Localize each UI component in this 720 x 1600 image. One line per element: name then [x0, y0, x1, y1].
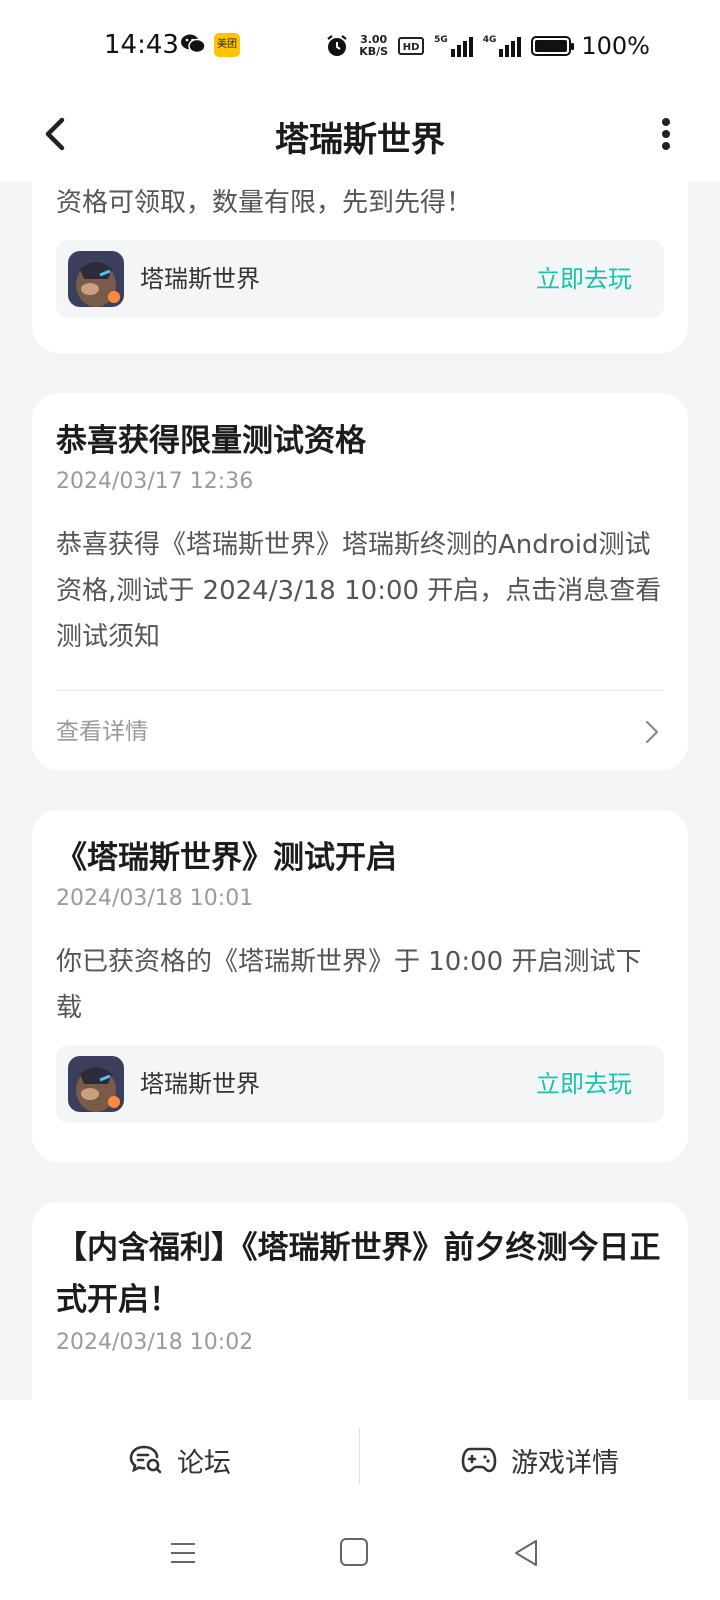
message-card: 资格可领取，数量有限，先到先得！ 塔瑞斯世界 立即去玩 [32, 182, 688, 353]
recent-apps-icon[interactable] [170, 1540, 196, 1566]
forum-tab[interactable]: 论坛 [0, 1400, 360, 1520]
back-triangle-icon[interactable] [512, 1538, 540, 1568]
message-title: 《塔瑞斯世界》测试开启 [56, 840, 397, 876]
battery-percent: 100% [581, 32, 650, 60]
meituan-icon: 美团 [214, 33, 240, 57]
message-time: 2024/03/18 10:01 [56, 886, 254, 911]
message-card[interactable]: 【内含福利】《塔瑞斯世界》前夕终测今日正式开启！ 2024/03/18 10:0… [32, 1202, 688, 1400]
game-name: 塔瑞斯世界 [140, 1070, 260, 1098]
game-logo-icon [68, 1056, 124, 1112]
chevron-right-icon [645, 720, 659, 744]
more-vertical-icon[interactable] [658, 110, 674, 158]
hd-voice-icon: HD [398, 37, 425, 55]
message-body: 资格可领取，数量有限，先到先得！ [56, 188, 473, 218]
signal-5g-icon: 5G [434, 35, 473, 57]
game-entry[interactable]: 塔瑞斯世界 立即去玩 [56, 1045, 664, 1123]
game-logo-icon [68, 251, 124, 307]
message-card[interactable]: 《塔瑞斯世界》测试开启 2024/03/18 10:01 你已获资格的《塔瑞斯世… [32, 810, 688, 1162]
play-now-button[interactable]: 立即去玩 [536, 1045, 632, 1123]
status-time: 14:43 [104, 30, 179, 60]
message-card[interactable]: 恭喜获得限量测试资格 2024/03/17 12:36 恭喜获得《塔瑞斯世界》塔… [32, 393, 688, 770]
system-nav-bar [0, 1520, 720, 1600]
page-title: 塔瑞斯世界 [275, 120, 445, 160]
message-time: 2024/03/18 10:02 [56, 1330, 254, 1355]
play-now-button[interactable]: 立即去玩 [536, 240, 632, 318]
message-title: 【内含福利】《塔瑞斯世界》前夕终测今日正式开启！ [56, 1230, 661, 1318]
signal-4g-icon: 4G [483, 35, 522, 57]
message-time: 2024/03/17 12:36 [56, 469, 254, 494]
game-detail-label: 游戏详情 [511, 1447, 619, 1479]
message-body: 恭喜获得《塔瑞斯世界》塔瑞斯终测的Android测试资格,测试于 2024/3/… [56, 530, 662, 652]
app-bar: 塔瑞斯世界 [0, 90, 720, 182]
status-bar: 14:43 美团 3.00 KB/S HD 5G 4G 100% [0, 0, 720, 90]
view-details-link[interactable]: 查看详情 [56, 691, 664, 769]
network-speed: 3.00 KB/S [359, 33, 389, 58]
home-icon[interactable] [340, 1538, 368, 1566]
battery-icon [531, 36, 575, 56]
alarm-icon [327, 35, 347, 56]
game-detail-tab[interactable]: 游戏详情 [360, 1400, 720, 1520]
forum-label: 论坛 [177, 1447, 231, 1479]
message-list[interactable]: 资格可领取，数量有限，先到先得！ 塔瑞斯世界 立即去玩 恭喜获得限量测试资格 2… [0, 182, 720, 1400]
message-title: 恭喜获得限量测试资格 [56, 423, 366, 459]
game-entry[interactable]: 塔瑞斯世界 立即去玩 [56, 240, 664, 318]
view-details-label: 查看详情 [56, 719, 148, 745]
wechat-icon [181, 34, 206, 54]
bottom-bar: 论坛 游戏详情 [0, 1400, 720, 1600]
message-body: 你已获资格的《塔瑞斯世界》于 10:00 开启测试下载 [56, 947, 642, 1023]
forum-chat-icon [129, 1445, 162, 1474]
game-name: 塔瑞斯世界 [140, 265, 260, 293]
gamepad-icon [461, 1447, 497, 1473]
